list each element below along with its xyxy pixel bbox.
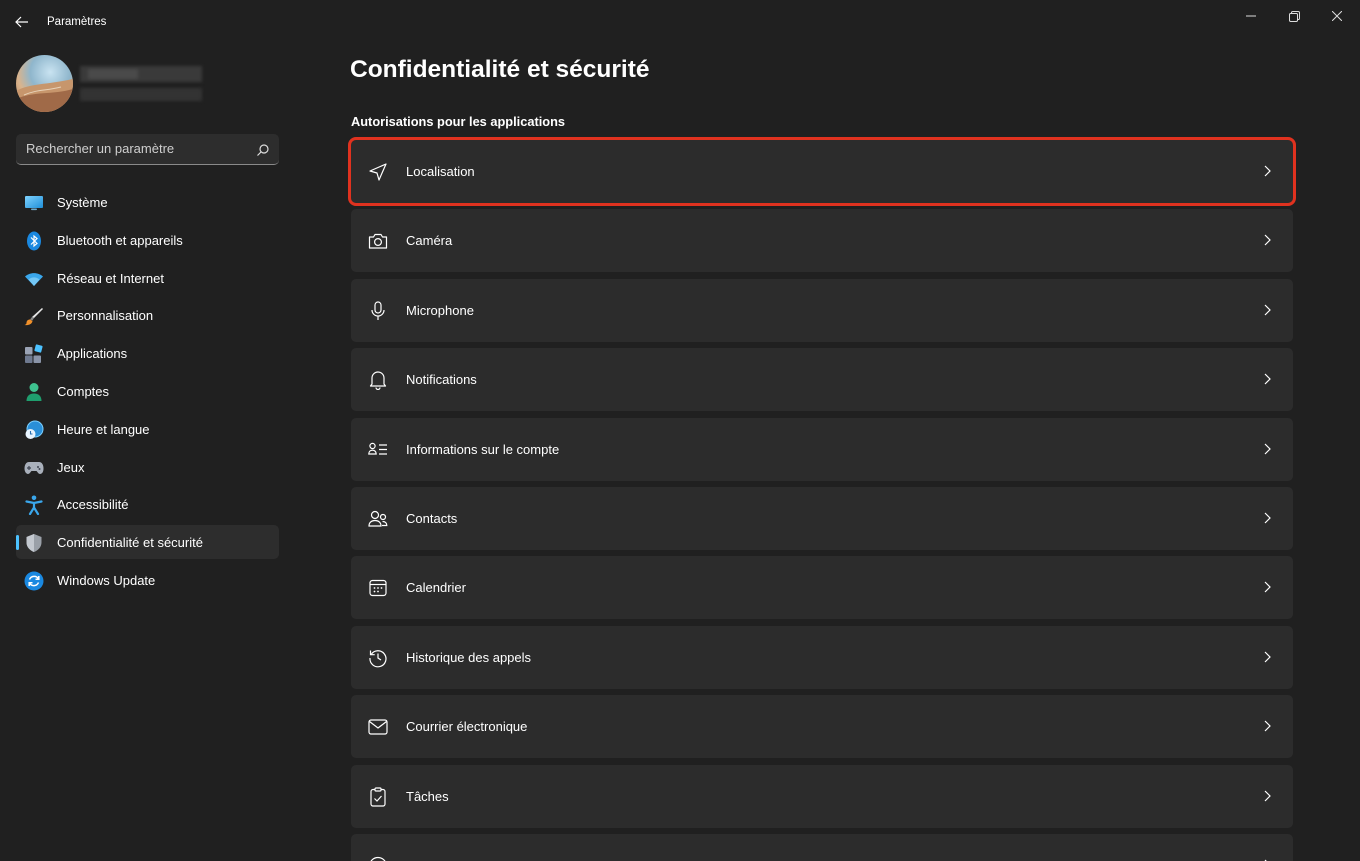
chevron-right-icon <box>1261 442 1273 456</box>
sidebar-item-label: Jeux <box>57 459 85 475</box>
sidebar-item-jeux[interactable]: Jeux <box>16 450 279 484</box>
bell-icon <box>366 368 390 392</box>
sidebar-item-heure[interactable]: Heure et langue <box>16 412 279 446</box>
search-input[interactable] <box>26 141 246 156</box>
sidebar-item-label: Personnalisation <box>57 308 154 324</box>
settings-item-label: Caméra <box>406 233 453 249</box>
clock-globe-icon <box>24 420 44 440</box>
sidebar-nav: Système Bluetooth et appareils Réseau et… <box>16 185 279 601</box>
settings-item-label: Courrier électronique <box>406 719 528 735</box>
location-arrow-icon <box>366 160 390 184</box>
settings-item-microphone[interactable]: Microphone <box>351 278 1293 342</box>
back-arrow-icon <box>15 16 28 28</box>
sidebar-item-applications[interactable]: Applications <box>16 336 279 370</box>
sidebar-item-label: Applications <box>57 346 128 362</box>
avatar[interactable] <box>16 55 73 112</box>
settings-item-label: Tâches <box>406 788 449 804</box>
shield-icon <box>24 533 44 553</box>
wifi-icon <box>24 269 44 289</box>
settings-item-camera[interactable]: Caméra <box>351 209 1293 273</box>
chevron-right-icon <box>1261 789 1273 803</box>
microphone-icon <box>366 299 390 323</box>
restore-icon <box>1288 10 1300 22</box>
settings-item-courrier[interactable]: Courrier électronique <box>351 695 1293 759</box>
app-title: Paramètres <box>47 16 107 28</box>
settings-item-label: Contacts <box>406 510 458 526</box>
title-bar: Paramètres <box>0 0 1360 44</box>
settings-item-taches[interactable]: Tâches <box>351 764 1293 828</box>
chevron-right-icon <box>1261 372 1273 386</box>
sidebar-item-personnalisation[interactable]: Personnalisation <box>16 298 279 332</box>
tasks-icon <box>366 785 390 809</box>
sidebar-item-systeme[interactable]: Système <box>16 185 279 219</box>
close-icon <box>1332 11 1342 21</box>
brush-icon <box>24 306 44 326</box>
settings-item-messages[interactable] <box>351 833 1293 861</box>
close-button[interactable] <box>1326 6 1348 26</box>
settings-item-informations-compte[interactable]: Informations sur le compte <box>351 417 1293 481</box>
restore-button[interactable] <box>1283 6 1305 26</box>
settings-item-notifications[interactable]: Notifications <box>351 348 1293 412</box>
sidebar-item-reseau[interactable]: Réseau et Internet <box>16 261 279 295</box>
sidebar-item-label: Heure et langue <box>57 421 150 437</box>
calendar-icon <box>366 576 390 600</box>
sidebar-item-label: Confidentialité et sécurité <box>57 535 203 551</box>
settings-item-label: Localisation <box>406 164 475 179</box>
settings-item-localisation[interactable]: Localisation <box>348 137 1296 206</box>
account-info-icon <box>366 438 390 462</box>
mail-icon <box>366 715 390 739</box>
search-icon[interactable] <box>256 143 270 157</box>
chevron-right-icon <box>1261 233 1273 247</box>
profile-name-redacted <box>80 66 202 82</box>
sidebar-item-label: Accessibilité <box>57 497 129 513</box>
settings-item-label: Microphone <box>406 302 474 318</box>
sidebar-item-comptes[interactable]: Comptes <box>16 374 279 408</box>
minimize-button[interactable] <box>1240 6 1262 26</box>
settings-item-historique-appels[interactable]: Historique des appels <box>351 625 1293 689</box>
settings-list: Localisation Caméra Microphone Notificat… <box>348 137 1296 861</box>
chevron-right-icon <box>1261 303 1273 317</box>
sidebar-item-bluetooth[interactable]: Bluetooth et appareils <box>16 223 279 257</box>
back-button[interactable] <box>10 10 34 34</box>
contacts-icon <box>366 507 390 531</box>
monitor-icon <box>24 193 44 213</box>
settings-item-label: Historique des appels <box>406 649 532 665</box>
accessibility-icon <box>24 495 44 516</box>
bluetooth-icon <box>24 231 44 251</box>
sidebar-item-accessibilite[interactable]: Accessibilité <box>16 487 279 521</box>
settings-item-label: Informations sur le compte <box>406 441 560 457</box>
chevron-right-icon <box>1261 511 1273 525</box>
history-icon <box>366 646 390 670</box>
settings-item-calendrier[interactable]: Calendrier <box>351 556 1293 620</box>
profile-email-redacted <box>80 88 202 101</box>
settings-item-label: Notifications <box>406 372 477 388</box>
chevron-right-icon <box>1261 580 1273 594</box>
chevron-right-icon <box>1261 719 1273 733</box>
settings-item-contacts[interactable]: Contacts <box>351 486 1293 550</box>
settings-item-label: Calendrier <box>406 580 466 596</box>
page-title: Confidentialité et sécurité <box>350 56 650 83</box>
sidebar-item-label: Système <box>57 195 108 210</box>
minimize-icon <box>1246 15 1256 17</box>
message-icon <box>366 854 390 861</box>
sidebar-item-windows-update[interactable]: Windows Update <box>16 563 279 597</box>
camera-icon <box>366 229 390 253</box>
chevron-right-icon <box>1261 164 1273 178</box>
person-icon <box>24 382 44 402</box>
search-box[interactable] <box>16 134 279 165</box>
chevron-right-icon <box>1261 650 1273 664</box>
section-title: Autorisations pour les applications <box>351 114 566 129</box>
apps-icon <box>24 344 44 364</box>
sidebar-item-label: Comptes <box>57 383 110 399</box>
gamepad-icon <box>24 458 44 478</box>
sidebar-item-label: Windows Update <box>57 572 156 588</box>
update-icon <box>24 571 44 591</box>
sidebar-item-confidentialite[interactable]: Confidentialité et sécurité <box>16 525 279 560</box>
sidebar-item-label: Réseau et Internet <box>57 270 164 286</box>
sidebar-item-label: Bluetooth et appareils <box>57 232 183 248</box>
